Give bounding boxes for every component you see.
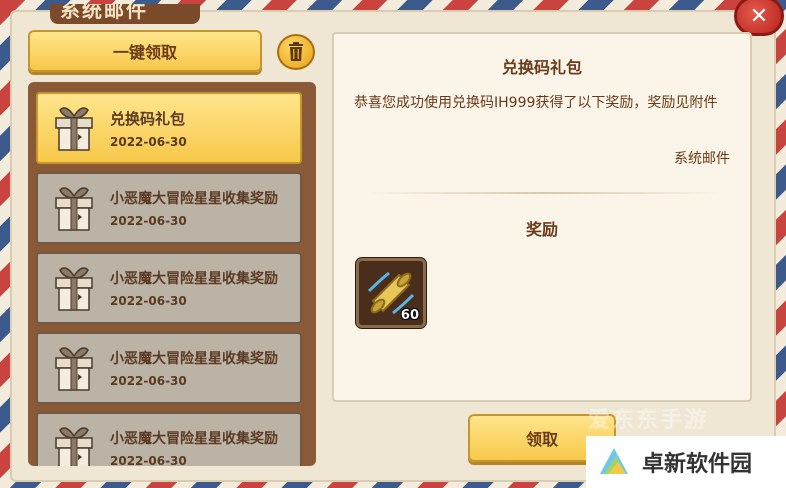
divider: [364, 192, 724, 194]
window-title: 系统邮件: [60, 4, 148, 22]
watermark-text: 卓新软件园: [642, 452, 753, 477]
reward-item[interactable]: 60: [356, 258, 426, 328]
mail-item-title: 小恶魔大冒险星星收集奖励: [110, 351, 278, 367]
mail-item-date: 2022-06-30: [110, 454, 187, 466]
delete-button[interactable]: [277, 34, 315, 70]
site-logo-icon: [600, 448, 628, 474]
mail-item-title: 兑换码礼包: [110, 109, 186, 128]
mail-detail-body: 恭喜您成功使用兑换码IH999获得了以下奖励，奖励见附件: [354, 95, 718, 111]
mail-item-text: 兑换码礼包 2022-06-30: [110, 108, 187, 149]
one-click-claim-button[interactable]: 一键领取: [28, 30, 262, 72]
gift-box-icon: [55, 347, 93, 391]
reward-heading: 奖励: [525, 220, 558, 239]
mail-sender: 系统邮件: [674, 151, 730, 167]
close-icon: ✕: [749, 3, 769, 29]
mail-item-date: 2022-06-30: [110, 134, 187, 149]
mail-list-item[interactable]: 小恶魔大冒险星星收集奖励 2022-06-30: [36, 412, 302, 466]
gift-box-icon: [55, 267, 93, 311]
mail-list-item[interactable]: 小恶魔大冒险星星收集奖励 2022-06-30: [36, 172, 302, 244]
watermark-faint: 爱东东手游: [588, 408, 709, 433]
gift-box-icon: [55, 107, 93, 151]
reward-count: 60: [400, 308, 419, 323]
mail-item-title: 小恶魔大冒险星星收集奖励: [110, 191, 278, 207]
mail-detail: 兑换码礼包 恭喜您成功使用兑换码IH999获得了以下奖励，奖励见附件 系统邮件 …: [332, 32, 752, 402]
title-tab: 系统邮件: [50, 4, 200, 24]
mail-detail-title: 兑换码礼包: [501, 58, 582, 77]
mail-list-item[interactable]: 兑换码礼包 2022-06-30: [36, 92, 302, 164]
gift-box-icon: [55, 187, 93, 231]
mail-item-text: 小恶魔大冒险星星收集奖励 2022-06-30: [110, 188, 278, 228]
watermark: 卓新软件园: [586, 436, 786, 488]
close-button[interactable]: ✕: [734, 0, 784, 36]
mail-list[interactable]: 兑换码礼包 2022-06-30 小恶魔大冒险星星收集奖励 2022-06-30…: [28, 82, 316, 466]
mail-item-title: 小恶魔大冒险星星收集奖励: [110, 271, 278, 287]
mail-item-date: 2022-06-30: [110, 374, 187, 388]
gift-box-icon: [55, 427, 93, 466]
mail-item-text: 小恶魔大冒险星星收集奖励 2022-06-30: [110, 268, 278, 308]
mail-list-item[interactable]: 小恶魔大冒险星星收集奖励 2022-06-30: [36, 332, 302, 404]
mail-item-date: 2022-06-30: [110, 294, 187, 308]
mail-list-item[interactable]: 小恶魔大冒险星星收集奖励 2022-06-30: [36, 252, 302, 324]
mail-item-date: 2022-06-30: [110, 214, 187, 228]
trash-icon: [289, 42, 303, 61]
mail-item-title: 小恶魔大冒险星星收集奖励: [110, 431, 278, 447]
mail-item-text: 小恶魔大冒险星星收集奖励 2022-06-30: [110, 348, 278, 388]
mail-item-text: 小恶魔大冒险星星收集奖励 2022-06-30: [110, 428, 278, 466]
